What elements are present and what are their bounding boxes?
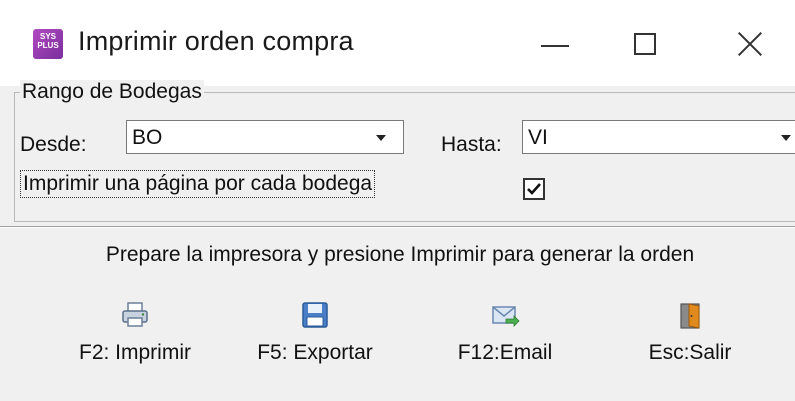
exit-button-label: Esc:Salir — [648, 341, 732, 364]
warehouse-range-label: Rango de Bodegas — [20, 80, 204, 104]
checkmark-icon — [527, 183, 541, 195]
window-title: Imprimir orden compra — [78, 26, 354, 56]
email-button[interactable]: F12:Email — [440, 300, 570, 380]
one-page-per-warehouse-checkbox[interactable] — [523, 178, 545, 200]
print-order-window: SYS PLUS Imprimir orden compra Rango de … — [0, 0, 795, 401]
one-page-per-warehouse-label[interactable]: Imprimir una página por cada bodega — [20, 170, 376, 198]
print-button-label: F2: Imprimir — [79, 341, 191, 364]
email-icon — [490, 300, 520, 330]
from-warehouse-select[interactable]: BO — [126, 120, 404, 154]
exit-door-icon — [675, 300, 705, 330]
export-button[interactable]: F5: Exportar — [240, 300, 390, 380]
to-label: Hasta: — [441, 133, 502, 156]
instruction-message: Prepare la impresora y presione Imprimir… — [105, 243, 695, 266]
maximize-icon — [634, 33, 656, 55]
warehouse-range-group — [14, 92, 795, 222]
exit-button[interactable]: Esc:Salir — [625, 300, 755, 380]
chevron-down-icon[interactable] — [376, 135, 386, 141]
to-warehouse-value: VI — [528, 126, 548, 149]
minimize-button[interactable] — [510, 14, 600, 74]
print-button[interactable]: F2: Imprimir — [70, 300, 200, 380]
maximize-button[interactable] — [600, 14, 690, 74]
app-icon: SYS PLUS — [33, 29, 63, 59]
printer-icon — [120, 300, 150, 330]
floppy-disk-icon — [300, 300, 330, 330]
divider-highlight — [0, 227, 795, 228]
minimize-icon — [541, 45, 569, 47]
close-icon — [737, 31, 763, 57]
from-label: Desde: — [20, 133, 87, 156]
email-button-label: F12:Email — [457, 341, 553, 364]
chevron-down-icon[interactable] — [781, 135, 791, 141]
export-button-label: F5: Exportar — [257, 341, 373, 364]
close-button[interactable] — [705, 14, 795, 74]
to-warehouse-select[interactable]: VI — [522, 120, 795, 154]
from-warehouse-value: BO — [132, 126, 163, 149]
title-bar[interactable]: SYS PLUS Imprimir orden compra — [0, 0, 795, 86]
